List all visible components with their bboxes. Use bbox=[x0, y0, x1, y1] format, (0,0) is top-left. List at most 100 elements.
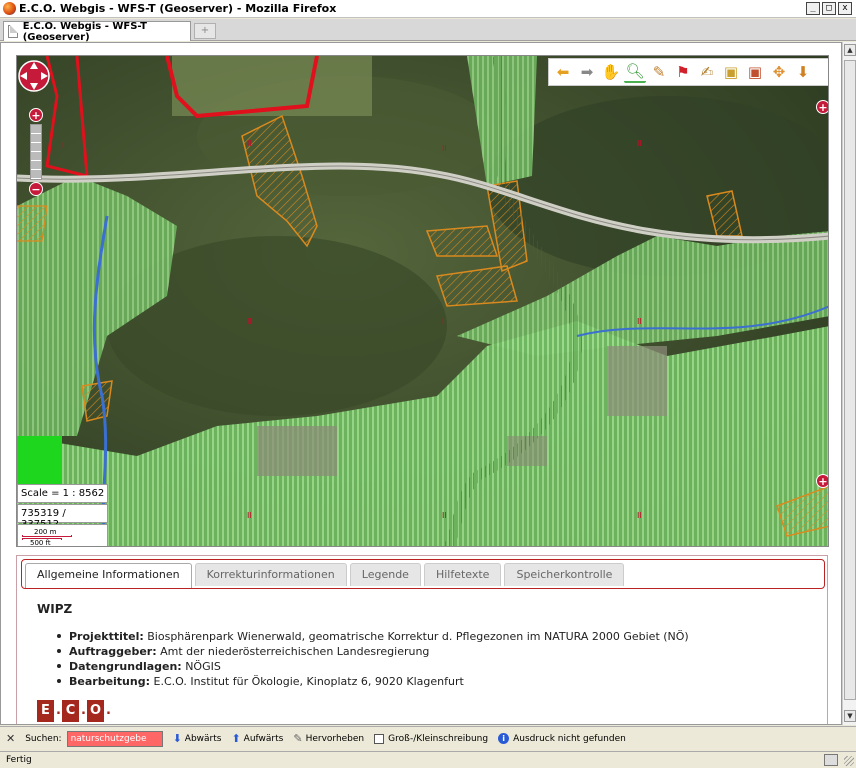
item-label: Auftraggeber: bbox=[69, 645, 157, 658]
item-value: Amt der niederösterreichischen Landesreg… bbox=[156, 645, 430, 658]
arrow-down-icon: ⬇ bbox=[172, 732, 182, 745]
item-value: E.C.O. Institut für Ökologie, Kinoplatz … bbox=[150, 675, 464, 688]
find-next-label: Abwärts bbox=[184, 733, 222, 744]
zoom-in-button[interactable]: + bbox=[29, 108, 43, 122]
list-item: Projekttitel: Biosphärenpark Wienerwald,… bbox=[57, 629, 689, 644]
info-tabs: Allgemeine Informationen Korrekturinform… bbox=[21, 559, 825, 589]
svg-text:II: II bbox=[442, 511, 447, 520]
maximize-button[interactable]: □ bbox=[822, 2, 836, 15]
logo-letter: E bbox=[37, 700, 54, 722]
page-icon bbox=[8, 25, 18, 38]
scale-display: Scale = 1 : 8562 bbox=[17, 484, 108, 503]
resize-grip-icon[interactable] bbox=[844, 756, 854, 766]
coordinate-display: 735319 / 337512 bbox=[17, 504, 108, 530]
list-item: Auftraggeber: Amt der niederösterreichis… bbox=[57, 644, 689, 659]
find-previous-button[interactable]: ⬆ Aufwärts bbox=[231, 732, 283, 745]
match-case-label: Groß-/Kleinschreibung bbox=[388, 733, 489, 744]
info-list: Projekttitel: Biosphärenpark Wienerwald,… bbox=[57, 629, 689, 689]
save-folder-icon[interactable]: ▣ bbox=[720, 61, 742, 83]
pencil-edit-icon[interactable]: ✎ bbox=[648, 61, 670, 83]
page-content: II II II II II II II II II II + − + + ⬅ … bbox=[0, 42, 842, 725]
match-case-toggle[interactable]: Groß-/Kleinschreibung bbox=[374, 733, 489, 744]
map-toolbar: ⬅ ➡ ✋ 🔍︎ ✎ ⚑ ✍ ▣ ▣ ✥ ⬇ bbox=[548, 58, 828, 86]
logo-letter: C bbox=[62, 700, 79, 722]
move-cross-icon[interactable]: ✥ bbox=[768, 61, 790, 83]
list-item: Datengrundlagen: NÖGIS bbox=[57, 659, 689, 674]
zoom-out-button[interactable]: − bbox=[29, 182, 43, 196]
eco-logo: E . C . O . bbox=[37, 700, 111, 722]
info-panel: Allgemeine Informationen Korrekturinform… bbox=[16, 555, 828, 724]
tab-speicherkontrolle[interactable]: Speicherkontrolle bbox=[504, 563, 625, 586]
scalebar-imperial-label: 500 ft bbox=[30, 539, 51, 547]
back-arrow-icon[interactable]: ⬅ bbox=[552, 61, 574, 83]
firefox-icon bbox=[3, 2, 16, 15]
flag-icon[interactable]: ⚑ bbox=[672, 61, 694, 83]
find-input[interactable] bbox=[66, 730, 163, 747]
svg-text:II: II bbox=[637, 511, 642, 520]
new-tab-button[interactable]: + bbox=[194, 23, 216, 39]
item-label: Bearbeitung: bbox=[69, 675, 150, 688]
find-status-text: Ausdruck nicht gefunden bbox=[513, 733, 626, 744]
browser-tab-strip: E.C.O. Webgis - WFS-T (Geoserver) + bbox=[0, 19, 856, 43]
highlight-button[interactable]: ✎ Hervorheben bbox=[293, 732, 364, 745]
scale-bar: 200 m 500 ft bbox=[17, 524, 108, 547]
scroll-down-button[interactable]: ▼ bbox=[844, 710, 856, 722]
scalebar-metric-line bbox=[22, 535, 72, 537]
logo-letter: O bbox=[87, 700, 104, 722]
overview-map-button[interactable]: + bbox=[816, 474, 828, 488]
find-status: i Ausdruck nicht gefunden bbox=[498, 733, 626, 744]
find-bar: ✕ Suchen: ⬇Abwärts ⬆Aufwärts ✎Hervorhebe… bbox=[0, 726, 856, 750]
tab-korrekturinformationen[interactable]: Korrekturinformationen bbox=[194, 563, 347, 586]
layer-switcher-button[interactable]: + bbox=[816, 100, 828, 114]
tab-legende[interactable]: Legende bbox=[349, 563, 421, 586]
notepad-edit-icon[interactable]: ✍ bbox=[696, 61, 718, 83]
find-label: Suchen: bbox=[25, 733, 62, 744]
map-imagery: II II II II II II II II II II bbox=[17, 56, 828, 546]
arrow-up-icon: ⬆ bbox=[231, 732, 241, 745]
zoom-slider[interactable] bbox=[30, 124, 42, 180]
download-icon[interactable]: ⬇ bbox=[792, 61, 814, 83]
highlight-label: Hervorheben bbox=[305, 733, 365, 744]
status-text: Fertig bbox=[6, 755, 32, 765]
scroll-up-button[interactable]: ▲ bbox=[844, 44, 856, 56]
svg-text:II: II bbox=[442, 144, 447, 153]
tab-hilfetexte[interactable]: Hilfetexte bbox=[423, 563, 502, 586]
match-case-checkbox[interactable] bbox=[374, 733, 385, 744]
scroll-thumb[interactable] bbox=[844, 60, 856, 700]
page-scrollbar[interactable]: ▲ ▼ bbox=[842, 42, 856, 725]
minimize-button[interactable]: _ bbox=[806, 2, 820, 15]
item-label: Projekttitel: bbox=[69, 630, 144, 643]
window-titlebar: E.C.O. Webgis - WFS-T (Geoserver) - Mozi… bbox=[0, 0, 856, 18]
pan-control[interactable] bbox=[17, 56, 51, 102]
svg-text:II: II bbox=[247, 511, 252, 520]
svg-text:II: II bbox=[62, 141, 67, 150]
find-next-button[interactable]: ⬇ Abwärts bbox=[173, 732, 222, 745]
svg-text:II: II bbox=[442, 317, 447, 326]
item-value: NÖGIS bbox=[181, 660, 221, 673]
logo-letter: . bbox=[56, 703, 61, 718]
hand-pan-icon[interactable]: ✋ bbox=[600, 61, 622, 83]
logo-letter: . bbox=[106, 703, 111, 718]
tab-allgemeine-informationen[interactable]: Allgemeine Informationen bbox=[25, 563, 192, 588]
save-folder-alt-icon[interactable]: ▣ bbox=[744, 61, 766, 83]
list-item: Bearbeitung: E.C.O. Institut für Ökologi… bbox=[57, 674, 689, 689]
info-title: WIPZ bbox=[37, 602, 73, 616]
highlighter-icon: ✎ bbox=[293, 732, 303, 745]
status-bar: Fertig bbox=[0, 751, 856, 768]
browser-tab-active[interactable]: E.C.O. Webgis - WFS-T (Geoserver) bbox=[3, 20, 191, 43]
item-label: Datengrundlagen: bbox=[69, 660, 182, 673]
map-viewport[interactable]: II II II II II II II II II II + − + + ⬅ … bbox=[16, 55, 829, 547]
info-icon: i bbox=[498, 733, 510, 744]
logo-letter: . bbox=[81, 703, 86, 718]
browser-tab-label: E.C.O. Webgis - WFS-T (Geoserver) bbox=[22, 20, 147, 43]
connection-icon bbox=[824, 754, 838, 766]
item-value: Biosphärenpark Wienerwald, geomatrische … bbox=[143, 630, 689, 643]
zoom-magnifier-icon[interactable]: 🔍︎ bbox=[624, 61, 646, 83]
close-button[interactable]: x bbox=[838, 2, 852, 15]
svg-text:II: II bbox=[637, 139, 642, 148]
find-close-icon[interactable]: ✕ bbox=[6, 732, 15, 745]
svg-text:II: II bbox=[247, 317, 252, 326]
forward-arrow-icon[interactable]: ➡ bbox=[576, 61, 598, 83]
window-title: E.C.O. Webgis - WFS-T (Geoserver) - Mozi… bbox=[19, 2, 337, 15]
svg-text:II: II bbox=[247, 139, 252, 148]
